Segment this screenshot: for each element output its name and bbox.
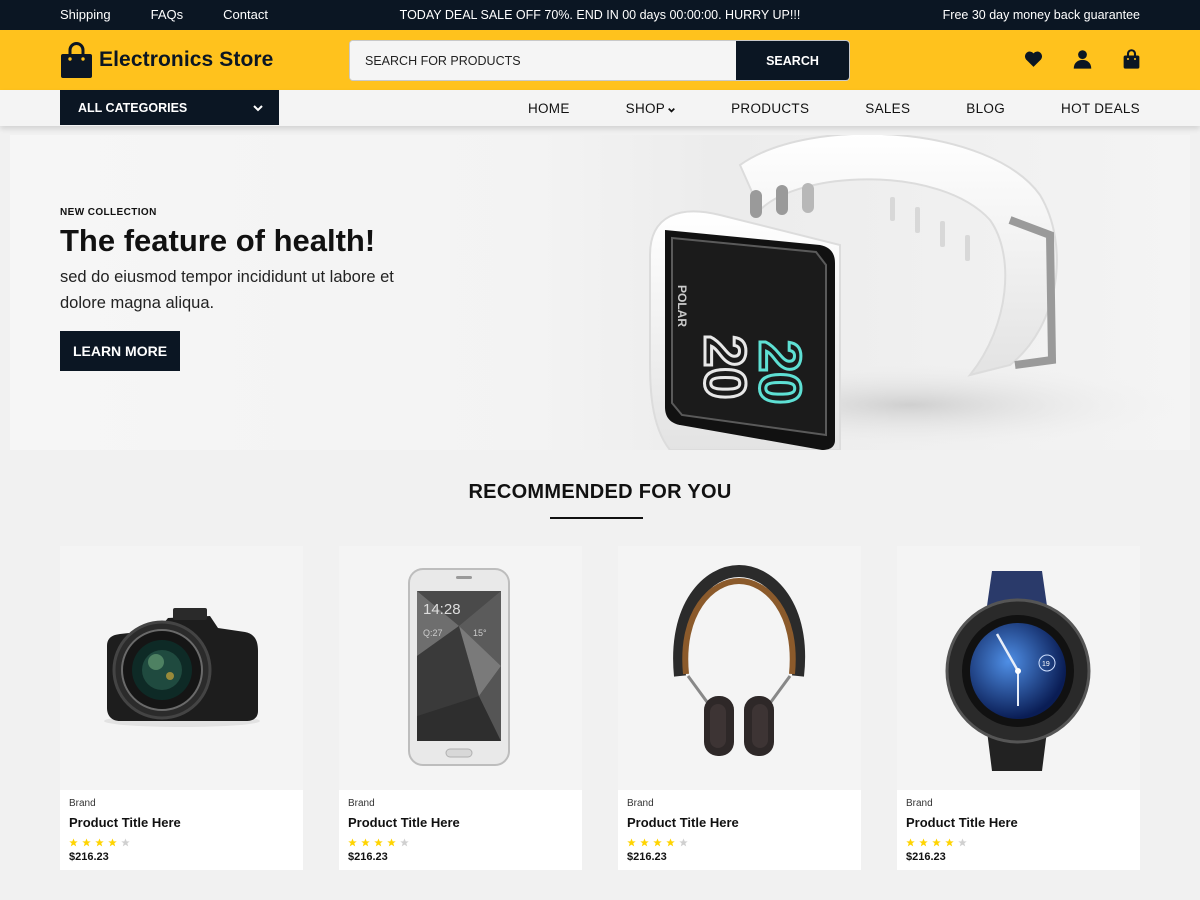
product-title[interactable]: Product Title Here: [69, 815, 181, 830]
product-image-smartwatch[interactable]: 19: [897, 546, 1140, 790]
star-icon: [640, 834, 649, 847]
star-icon: [108, 834, 117, 847]
product-rating: [69, 834, 130, 847]
star-icon: [932, 834, 941, 847]
product-price: $216.23: [627, 851, 667, 863]
star-icon: [361, 834, 370, 847]
top-links: Shipping FAQs Contact: [60, 7, 268, 22]
header-icons: [1023, 48, 1142, 70]
watch-face-number: 19: [1042, 661, 1050, 668]
faqs-link[interactable]: FAQs: [151, 7, 184, 22]
star-icon: [95, 834, 104, 847]
product-price: $216.23: [906, 851, 946, 863]
hero-banner: NEW COLLECTION The feature of health! se…: [10, 135, 1190, 450]
chevron-down-icon: [668, 101, 676, 116]
star-icon: [387, 834, 396, 847]
product-title[interactable]: Product Title Here: [348, 815, 460, 830]
star-icon: [348, 834, 357, 847]
menu-products[interactable]: PRODUCTS: [731, 101, 809, 116]
product-price: $216.23: [69, 851, 109, 863]
header: Electronics Store SEARCH: [0, 30, 1200, 90]
menu-hot-deals[interactable]: HOT DEALS: [1061, 101, 1140, 116]
phone-time: 14:28: [423, 601, 461, 618]
star-icon: [919, 834, 928, 847]
product-brand: Brand: [348, 798, 375, 809]
all-categories-dropdown[interactable]: ALL CATEGORIES: [60, 90, 279, 125]
main-menu: HOME SHOP PRODUCTS SALES BLOG HOT DEALS: [528, 90, 1140, 126]
search-input[interactable]: [350, 41, 736, 80]
star-icon: [374, 834, 383, 847]
star-icon: [679, 834, 688, 847]
product-title[interactable]: Product Title Here: [627, 815, 739, 830]
menu-blog[interactable]: BLOG: [966, 101, 1005, 116]
product-card[interactable]: Brand Product Title Here $216.23: [60, 546, 303, 870]
phone-date: Q:27: [423, 628, 443, 638]
heart-icon[interactable]: [1023, 48, 1044, 70]
product-price: $216.23: [348, 851, 388, 863]
product-image-camera[interactable]: [60, 546, 303, 790]
product-rating: [627, 834, 688, 847]
top-bar: Shipping FAQs Contact TODAY DEAL SALE OF…: [0, 0, 1200, 30]
star-icon: [121, 834, 130, 847]
menu-home[interactable]: HOME: [528, 101, 570, 116]
product-brand: Brand: [627, 798, 654, 809]
star-icon: [82, 834, 91, 847]
search-button[interactable]: SEARCH: [736, 41, 849, 80]
product-card[interactable]: 14:28 Q:27 15° Brand Product Title Here …: [339, 546, 582, 870]
product-card[interactable]: Brand Product Title Here $216.23: [618, 546, 861, 870]
user-icon[interactable]: [1072, 48, 1093, 70]
star-icon: [627, 834, 636, 847]
star-icon: [69, 834, 78, 847]
shopping-bag-logo-icon: [60, 42, 93, 78]
hero-kicker: NEW COLLECTION: [60, 207, 157, 218]
menu-shop-label: SHOP: [625, 100, 666, 116]
watch-time-minutes: 20: [747, 340, 812, 405]
cart-bag-icon[interactable]: [1121, 48, 1142, 70]
product-card[interactable]: 19 Brand Product Title Here $216.23: [897, 546, 1140, 870]
fitness-band-image: POLAR 20 20: [640, 135, 1180, 450]
product-title[interactable]: Product Title Here: [906, 815, 1018, 830]
star-icon: [958, 834, 967, 847]
search-bar: SEARCH: [349, 40, 850, 81]
product-rating: [348, 834, 409, 847]
star-icon: [653, 834, 662, 847]
star-icon: [906, 834, 915, 847]
star-icon: [666, 834, 675, 847]
nav-bar: ALL CATEGORIES HOME SHOP PRODUCTS SALES …: [0, 90, 1200, 126]
product-brand: Brand: [69, 798, 96, 809]
menu-sales[interactable]: SALES: [865, 101, 910, 116]
phone-temperature: 15°: [473, 628, 487, 638]
star-icon: [400, 834, 409, 847]
product-image-smartphone[interactable]: 14:28 Q:27 15°: [339, 546, 582, 790]
product-grid: Brand Product Title Here $216.23 14:28 Q…: [60, 546, 1140, 870]
learn-more-button[interactable]: LEARN MORE: [60, 331, 180, 371]
menu-shop[interactable]: SHOP: [625, 100, 676, 116]
product-brand: Brand: [906, 798, 933, 809]
star-icon: [945, 834, 954, 847]
contact-link[interactable]: Contact: [223, 7, 268, 22]
section-title: RECOMMENDED FOR YOU: [468, 481, 732, 503]
chevron-down-icon: [253, 101, 263, 115]
store-name: Electronics Store: [99, 48, 274, 71]
product-rating: [906, 834, 967, 847]
store-logo[interactable]: Electronics Store: [60, 42, 273, 78]
section-divider: [550, 517, 643, 519]
shipping-link[interactable]: Shipping: [60, 7, 111, 22]
money-back-guarantee: Free 30 day money back guarantee: [942, 8, 1140, 22]
hero-description: sed do eiusmod tempor incididunt ut labo…: [60, 268, 394, 312]
watch-brand: POLAR: [675, 285, 689, 327]
product-image-headphones[interactable]: [618, 546, 861, 790]
hero-title: The feature of health!: [60, 223, 376, 258]
all-categories-label: ALL CATEGORIES: [78, 100, 188, 115]
